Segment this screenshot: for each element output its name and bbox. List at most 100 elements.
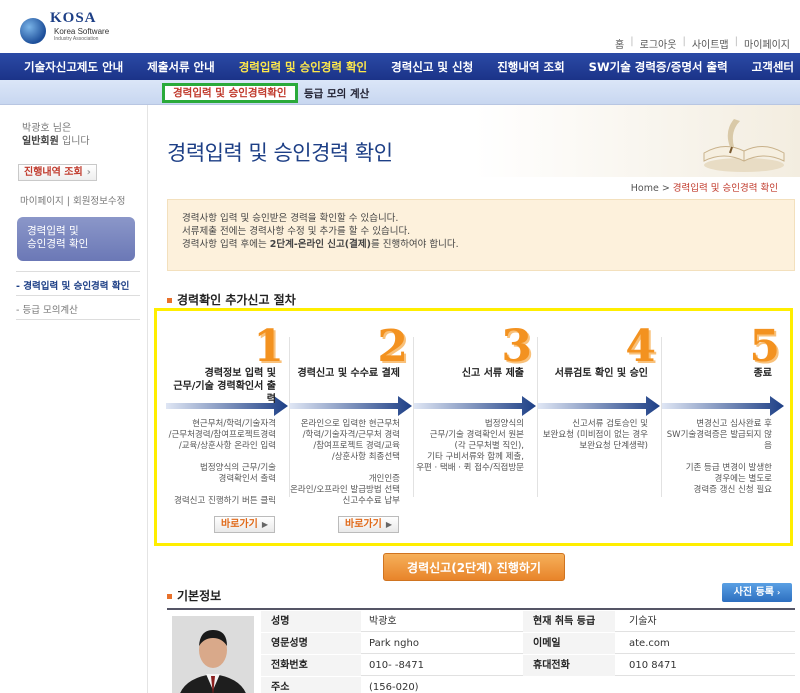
process-step-4: 4 서류검토 확인 및 승인신고서류 검토승인 및 보완요청 (미비점이 없는 경우… xyxy=(538,317,662,542)
divider xyxy=(16,295,140,296)
step-desc-line: 변경신고 심사완료 후 xyxy=(696,419,772,429)
notice-bold: 2단계-온라인 신고(결제) xyxy=(269,239,371,250)
util-mypage-link[interactable]: 마이페이지 xyxy=(744,36,790,51)
chevron-right-icon: › xyxy=(86,167,91,178)
sub-nav-career-input[interactable]: 경력입력 및 승인경력확인 xyxy=(162,83,298,103)
step-desc-line: /근무처경력/참여프로젝트경력 xyxy=(168,430,276,440)
info-value: (156-020) xyxy=(369,682,419,693)
main-content: 경력입력 및 승인경력 확인 Home > 경력입력 및 승인경력 확인 경력사… xyxy=(149,105,800,693)
member-edit-link[interactable]: 회원정보수정 xyxy=(73,196,125,207)
step-desc-line xyxy=(166,485,276,496)
logo-sub: Korea Software xyxy=(54,27,110,36)
book-quill-icon xyxy=(703,119,785,172)
info-row: 주소 (156-020) xyxy=(261,677,795,693)
kosa-logo[interactable]: KOSA Korea Software Industry Association xyxy=(14,8,134,48)
step-go-button[interactable]: 바로가기 ▶ xyxy=(214,516,275,533)
util-sitemap-link[interactable]: 사이트맵 xyxy=(692,36,729,51)
step-desc-line: 기타 구비서류와 함께 제출, xyxy=(427,452,524,462)
nav-item-support[interactable]: 고객센터 xyxy=(740,59,800,75)
step-go-label: 바로가기 xyxy=(345,519,382,530)
notice-line: 경력사항 입력 후에는 2단계-온라인 신고(결제)를 진행하여야 합니다. xyxy=(182,238,794,251)
step-number: 2 xyxy=(377,321,408,372)
bullet-icon xyxy=(167,594,172,599)
bullet-icon xyxy=(167,298,172,303)
basic-info-heading: 기본정보 xyxy=(167,587,221,604)
step-title: 경력신고 및 수수료 결제 xyxy=(290,367,400,380)
process-step-2: 2 경력신고 및 수수료 결제 온라인으로 입력한 현근무처/학력/기술자격/근무처… xyxy=(290,317,414,542)
nav-item-documents[interactable]: 제출서류 안내 xyxy=(135,59,226,75)
page-title: 경력입력 및 승인경력 확인 xyxy=(167,141,393,165)
step-desc-line: 온라인으로 입력한 현근무처 xyxy=(300,419,400,429)
globe-icon xyxy=(20,18,46,44)
info-value: 010- -8471 xyxy=(369,660,424,671)
step-title-line: 서류검토 확인 및 승인 xyxy=(554,368,648,379)
user-grade: 일반회원 xyxy=(22,136,59,147)
step-number: 1 xyxy=(253,321,284,372)
info-value: 010 8471 xyxy=(629,660,677,671)
sub-nav-grade-calc[interactable]: 등급 모의 계산 xyxy=(304,86,369,101)
main-nav: 기술자신고제도 안내 제출서류 안내 경력입력 및 승인경력 확인 경력신고 및… xyxy=(0,53,800,80)
notice-text: 경력사항 입력 후에는 xyxy=(182,239,270,250)
step-desc-line: 법정양식의 xyxy=(484,419,524,429)
step-description: 현근무처/학력/기술자격/근무처경력/참여프로젝트경력/교육/상훈사항 온라인 … xyxy=(166,419,276,507)
step-desc-line: 온라인/오프라인 발급방법 선택 xyxy=(290,485,400,495)
step-desc-line: 경력신고 진행하기 버튼 클릭 xyxy=(174,496,276,506)
util-logout-link[interactable]: 로그아웃 xyxy=(640,36,677,51)
nav-item-progress[interactable]: 진행내역 조회 xyxy=(485,59,576,75)
profile-photo xyxy=(172,616,254,693)
nav-item-system[interactable]: 기술자신고제도 안내 xyxy=(0,59,135,75)
progress-history-label: 진행내역 조회 xyxy=(24,167,83,178)
step-desc-line: 법정양식의 근무/기술 xyxy=(200,463,276,473)
nav-item-certificate[interactable]: SW기술 경력증/증명서 출력 xyxy=(577,59,740,75)
info-row: 전화번호 010- -8471 휴대전화 010 8471 xyxy=(261,655,795,676)
step-title: 종료 xyxy=(662,367,772,380)
photo-register-button[interactable]: 사진 등록 › xyxy=(722,583,792,602)
sidebar-item-career-input[interactable]: - 경력입력 및 승인경력 확인 xyxy=(16,278,129,292)
apply-step2-button[interactable]: 경력신고(2단계) 진행하기 xyxy=(383,553,565,581)
sidebar-menu-title[interactable]: 경력입력 및 승인경력 확인 xyxy=(17,217,135,261)
sidebar-item-grade-calc[interactable]: - 등급 모의계산 xyxy=(16,302,78,316)
basic-info-heading-text: 기본정보 xyxy=(177,589,222,603)
photo-register-label: 사진 등록 xyxy=(733,587,774,598)
step-desc-line: 현근무처/학력/기술자격 xyxy=(192,419,276,429)
nav-item-career-input[interactable]: 경력입력 및 승인경력 확인 xyxy=(227,59,379,75)
step-desc-line: /교육/상훈사항 온라인 입력 xyxy=(178,441,276,451)
step-desc-line: 개인인증 xyxy=(368,474,400,484)
info-label: 현재 취득 등급 xyxy=(523,611,615,632)
process-step-3: 3 신고 서류 제출 법정양식의 근무/기술 경력확인서 원본 (각 근무처별 직인),… xyxy=(414,317,538,542)
step-desc-line: (각 근무처별 직인), xyxy=(454,441,524,451)
notice-line: 서류제출 전에는 경력사항 수정 및 추가를 할 수 있습니다. xyxy=(182,226,411,237)
progress-history-button[interactable]: 진행내역 조회 › xyxy=(18,164,97,181)
step-desc-line: 경력확인서 출력 xyxy=(218,474,276,484)
utility-links: 홈 | 로그아웃 | 사이트맵 | 마이페이지 xyxy=(615,36,790,51)
breadcrumb-current: 경력입력 및 승인경력 확인 xyxy=(672,183,778,194)
step-title-line: 경력신고 및 수수료 결제 xyxy=(297,368,400,379)
breadcrumb-home[interactable]: Home xyxy=(631,183,659,194)
step-desc-line: 신고서류 검토승인 및 xyxy=(572,419,648,429)
util-home-link[interactable]: 홈 xyxy=(615,36,624,51)
step-go-button[interactable]: 바로가기 ▶ xyxy=(338,516,399,533)
process-heading-text: 경력확인 추가신고 절차 xyxy=(177,293,296,307)
mypage-link[interactable]: 마이페이지 xyxy=(20,196,64,207)
step-title: 서류검토 확인 및 승인 xyxy=(538,367,648,380)
divider xyxy=(16,319,140,320)
step-title: 경력정보 입력 및 근무/기술 경력확인서 출력 xyxy=(166,367,276,406)
logo-name: KOSA xyxy=(50,10,97,26)
sidebar-item-label: 경력입력 및 승인경력 확인 xyxy=(23,281,130,292)
chevron-right-icon: › xyxy=(777,588,781,597)
step-desc-line: /상훈사항 최종선택 xyxy=(331,452,400,462)
left-sidebar: 박광호 님은 일반회원 입니다 진행내역 조회 › 마이페이지 | 회원정보수정 … xyxy=(0,105,148,693)
nav-item-report[interactable]: 경력신고 및 신청 xyxy=(379,59,485,75)
app-window: KOSA Korea Software Industry Association… xyxy=(0,0,800,693)
process-panel: 1 경력정보 입력 및 근무/기술 경력확인서 출력현근무처/학력/기술자격/근무처… xyxy=(154,308,793,546)
step-description: 법정양식의 근무/기술 경력확인서 원본 (각 근무처별 직인), 기타 구비서류와 … xyxy=(414,419,524,474)
step-desc-line: 보완요청 (미비점이 없는 경우 xyxy=(542,430,648,440)
info-label: 주소 xyxy=(261,677,361,693)
step-desc-line xyxy=(166,452,276,463)
step-desc-line: 신고수수료 납부 xyxy=(342,496,400,506)
step-number: 4 xyxy=(625,321,656,372)
user-name: 박광호 님은 xyxy=(22,123,72,134)
divider xyxy=(16,271,140,272)
step-title-line: 근무/기술 경력확인서 출력 xyxy=(173,381,276,405)
info-value: ate.com xyxy=(629,638,670,649)
